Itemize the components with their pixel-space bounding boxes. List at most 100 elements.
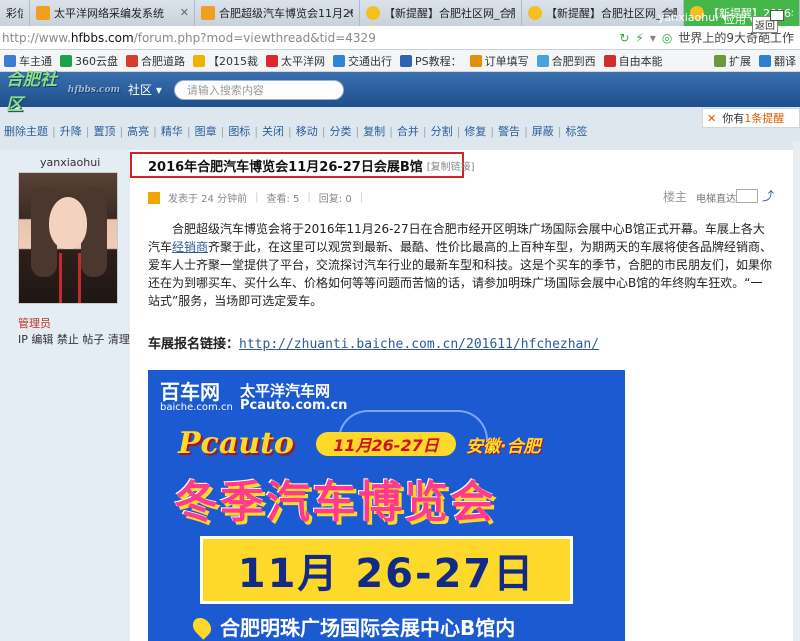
reply-count: 回复: 0 bbox=[318, 194, 352, 205]
page-scrollbar[interactable] bbox=[793, 141, 800, 641]
bookmark-item[interactable]: 合肥道路 bbox=[122, 53, 189, 69]
baiche-logo: 百车网 bbox=[160, 380, 220, 404]
admin-highlight[interactable]: 高亮 bbox=[123, 123, 153, 139]
bookmark-item[interactable]: 合肥到西 bbox=[533, 53, 600, 69]
admin-sticky[interactable]: 置顶 bbox=[89, 123, 119, 139]
translate-label: 翻译 bbox=[774, 55, 796, 68]
avatar-face bbox=[49, 197, 87, 249]
post-body-text: 齐聚于此，在这里可以观赏到最新、最酷、性价比最高的上百种车型，为期两天的车展将使… bbox=[148, 240, 773, 308]
bookmark-icon bbox=[400, 54, 412, 67]
bookmark-item[interactable]: 订单填写 bbox=[466, 53, 533, 69]
admin-digest[interactable]: 精华 bbox=[157, 123, 187, 139]
search-engine-icon[interactable]: ◎ bbox=[662, 31, 672, 45]
bookmark-item[interactable]: PS教程： bbox=[396, 53, 466, 69]
admin-repair[interactable]: 修复 bbox=[460, 123, 490, 139]
url-path: /forum.php?mod=viewthread&tid=4329 bbox=[133, 30, 376, 45]
admin-block[interactable]: 屏蔽 bbox=[528, 123, 558, 139]
tab-title: 彩信 bbox=[6, 7, 23, 20]
url-field[interactable]: http://www.hfbbs.com/forum.php?mod=viewt… bbox=[0, 31, 619, 45]
dropdown-icon[interactable]: ▾ bbox=[650, 31, 656, 45]
bookmark-item[interactable]: 【2015裁 bbox=[189, 53, 262, 69]
admin-icon[interactable]: 图标 bbox=[224, 123, 254, 139]
site-logo[interactable]: 合肥社区 hfbbs.com bbox=[0, 70, 120, 115]
bookmark-item[interactable]: 交通出行 bbox=[329, 53, 396, 69]
author-role[interactable]: 管理员 bbox=[18, 315, 51, 331]
bookmark-label: 交通出行 bbox=[348, 54, 392, 68]
notify-prefix: 你有 bbox=[722, 112, 745, 125]
date-pill: 11月26-27日 bbox=[316, 432, 456, 456]
user-admin-actions[interactable]: IP 编辑 禁止 帖子 清理 bbox=[18, 331, 130, 347]
translate-button[interactable]: 翻译 bbox=[755, 53, 800, 69]
bookmark-label: 360云盘 bbox=[75, 54, 118, 68]
registration-link[interactable]: http://zhuanti.baiche.com.cn/201611/hfch… bbox=[239, 337, 599, 352]
post-meta: 发表于 24 分钟前 | 查看: 5 | 回复: 0 | bbox=[148, 190, 363, 205]
close-icon[interactable]: ✕ bbox=[180, 6, 189, 19]
copy-link-button[interactable]: [复制链接] bbox=[427, 158, 475, 173]
admin-delete-thread[interactable]: 删除主题 bbox=[0, 123, 52, 139]
admin-close[interactable]: 关闭 bbox=[258, 123, 288, 139]
admin-bump[interactable]: 升降 bbox=[56, 123, 86, 139]
bookmark-item[interactable]: 自由本能 bbox=[600, 53, 667, 69]
bookmark-icon bbox=[536, 54, 549, 67]
address-bar: http://www.hfbbs.com/forum.php?mod=viewt… bbox=[0, 26, 800, 50]
extensions-button[interactable]: 扩展 bbox=[710, 53, 755, 69]
bookmark-item[interactable]: 360云盘 bbox=[56, 53, 122, 69]
bookmark-item[interactable]: 太平洋网 bbox=[262, 53, 329, 69]
site-header: 合肥社区 hfbbs.com 社区 ▾ 请输入搜索内容 bbox=[0, 70, 800, 115]
bookmark-label: 太平洋网 bbox=[281, 54, 325, 68]
bookmark-label: 订单填写 bbox=[484, 54, 529, 68]
bookmark-icon bbox=[603, 54, 616, 67]
site-search-input[interactable]: 请输入搜索内容 bbox=[173, 79, 344, 100]
avatar[interactable] bbox=[18, 172, 118, 304]
mail-icon[interactable] bbox=[770, 10, 784, 21]
banner-headline: 冬季汽车博览会 bbox=[174, 477, 496, 528]
registration-line: 车展报名链接：http://zhuanti.baiche.com.cn/2016… bbox=[148, 333, 599, 352]
bookmark-icon bbox=[126, 54, 138, 67]
browser-tab[interactable]: 太平洋网络采编发系统 ✕ bbox=[30, 0, 195, 26]
tab-favicon-icon bbox=[366, 6, 380, 20]
admin-split[interactable]: 分割 bbox=[427, 123, 457, 139]
dealer-link[interactable]: 经销商 bbox=[172, 240, 208, 254]
browser-tab[interactable]: 彩信 bbox=[0, 0, 30, 26]
tab-title: 【新提醒】合肥社区网_合肥 bbox=[384, 7, 515, 20]
admin-move[interactable]: 移动 bbox=[292, 123, 322, 139]
auto-show-banner[interactable]: 百车网 太平洋汽车网 baiche.com.cn Pcauto.com.cn P… bbox=[148, 370, 625, 641]
user-icon bbox=[148, 191, 160, 204]
admin-stamp[interactable]: 图章 bbox=[191, 123, 221, 139]
apps-menu[interactable]: 应用 ▾ bbox=[724, 11, 755, 27]
notify-count[interactable]: 1条提醒 bbox=[744, 110, 784, 126]
post-body: 合肥超级汽车博览会将于2016年11月26-27日在合肥市经开区明珠广场国际会展… bbox=[148, 220, 773, 310]
bookmark-label: 【2015裁 bbox=[208, 54, 258, 68]
author-name[interactable]: yanxiaohui bbox=[40, 156, 100, 169]
lightning-icon[interactable]: ⚡ bbox=[635, 31, 643, 45]
section-menu[interactable]: 社区 ▾ bbox=[128, 81, 162, 98]
pcauto-site: Pcauto.com.cn bbox=[240, 398, 348, 413]
pcauto-wordmark: Pcauto bbox=[178, 426, 294, 461]
notification-popup[interactable]: ✕ 你有 1条提醒 bbox=[702, 108, 800, 128]
admin-warn[interactable]: 警告 bbox=[494, 123, 524, 139]
close-icon[interactable]: ✕ bbox=[707, 112, 716, 125]
url-prefix: http://www. bbox=[2, 30, 71, 45]
close-icon[interactable]: ✕ bbox=[507, 6, 516, 19]
jump-go-icon[interactable]: ⤴ bbox=[762, 187, 774, 204]
jump-label: 电梯直达 bbox=[696, 194, 736, 205]
admin-category[interactable]: 分类 bbox=[325, 123, 355, 139]
thread-title-box: 2016年合肥汽车博览会11月26-27日会展B馆 [复制链接] bbox=[130, 152, 475, 178]
date-pill-text: 11月26-27日 bbox=[333, 436, 439, 455]
banner-location: 安徽·合肥 bbox=[466, 437, 541, 457]
banner-date-box: 11月 26-27日 bbox=[200, 536, 573, 604]
user-menu[interactable]: yanxiaohui ▾ bbox=[658, 11, 727, 24]
admin-merge[interactable]: 合并 bbox=[393, 123, 423, 139]
jump-floor-input[interactable] bbox=[736, 189, 758, 203]
banner-venue-text: 合肥明珠广场国际会展中心B馆内 bbox=[220, 616, 516, 640]
admin-toolbar: 删除主题 | 升降 | 置顶 | 高亮 | 精华 | 图章 | 图标 | 关闭 | 移动 | 分类… bbox=[0, 121, 700, 141]
browser-tab[interactable]: 【新提醒】合肥社区网_合肥 ✕ bbox=[360, 0, 522, 26]
admin-copy[interactable]: 复制 bbox=[359, 123, 389, 139]
translate-icon bbox=[759, 55, 771, 67]
post-time: 发表于 24 分钟前 bbox=[168, 194, 248, 205]
bookmark-icon bbox=[193, 54, 205, 67]
browser-tab[interactable]: 合肥超级汽车博览会11月26- ✕ bbox=[195, 0, 360, 26]
refresh-icon[interactable]: ↻ bbox=[619, 31, 629, 45]
close-icon[interactable]: ✕ bbox=[345, 6, 354, 19]
admin-tag[interactable]: 标签 bbox=[562, 123, 592, 139]
